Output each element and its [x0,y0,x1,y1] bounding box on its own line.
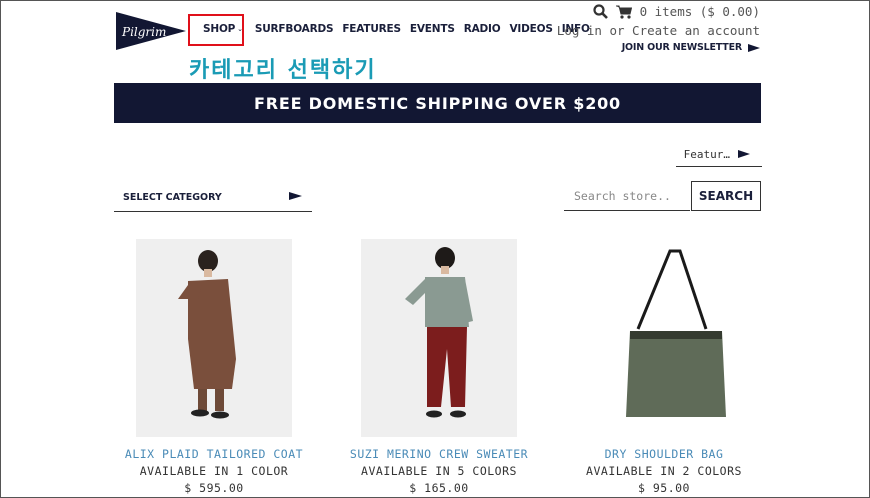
header-utilities: 0 items ($ 0.00) Log in or Create an acc… [557,4,760,53]
nav-surfboards[interactable]: SURFBOARDS [255,23,334,35]
category-label: SELECT CATEGORY [123,191,222,203]
product-price: $ 165.00 [409,481,469,495]
product-availability: AVAILABLE IN 5 COLORS [361,464,517,478]
main-nav: SHOP ⌄ SURFBOARDS FEATURES EVENTS RADIO V… [196,23,599,35]
newsletter-link[interactable]: JOIN OUR NEWSLETTER [557,42,760,53]
shipping-banner: FREE DOMESTIC SHIPPING OVER $200 [114,83,761,123]
product-name[interactable]: SUZI MERINO CREW SWEATER [339,447,539,461]
product-image-sweater[interactable] [361,239,517,437]
category-select[interactable]: SELECT CATEGORY [114,183,312,212]
sort-dropdown[interactable]: Featur… [676,143,762,167]
product-price: $ 595.00 [184,481,244,495]
nav-events[interactable]: EVENTS [410,23,455,35]
search-input[interactable] [564,181,690,211]
pilgrim-logo[interactable]: Pilgrim [114,12,186,50]
account-links[interactable]: Log in or Create an account [557,23,760,38]
cart-summary[interactable]: 0 items ($ 0.00) [640,4,760,19]
cart-icon[interactable] [615,5,632,19]
product-card[interactable]: SUZI MERINO CREW SWEATER AVAILABLE IN 5 … [339,239,539,495]
product-image-coat[interactable] [136,239,292,437]
flag-arrow-icon [289,191,302,203]
logo-text: Pilgrim [121,25,166,39]
search-icon[interactable] [592,4,608,19]
product-card[interactable]: ALIX PLAID TAILORED COAT AVAILABLE IN 1 … [114,239,314,495]
product-availability: AVAILABLE IN 1 COLOR [139,464,289,478]
flag-arrow-icon [748,43,760,52]
nav-videos[interactable]: VIDEOS [509,23,552,35]
annotation-text: 카테고리 선택하기 [189,58,377,83]
flag-arrow-icon [738,148,750,161]
product-name[interactable]: ALIX PLAID TAILORED COAT [114,447,314,461]
chevron-down-icon: ⌄ [237,25,243,33]
sort-label: Featur… [683,148,730,161]
nav-radio[interactable]: RADIO [464,23,501,35]
nav-features[interactable]: FEATURES [342,23,401,35]
product-price: $ 95.00 [638,481,690,495]
product-name[interactable]: DRY SHOULDER BAG [564,447,764,461]
nav-shop[interactable]: SHOP ⌄ [203,23,243,35]
product-image-bag[interactable] [586,239,742,437]
search-button[interactable]: SEARCH [691,181,761,211]
product-card[interactable]: DRY SHOULDER BAG AVAILABLE IN 2 COLORS $… [564,239,764,495]
product-availability: AVAILABLE IN 2 COLORS [586,464,742,478]
